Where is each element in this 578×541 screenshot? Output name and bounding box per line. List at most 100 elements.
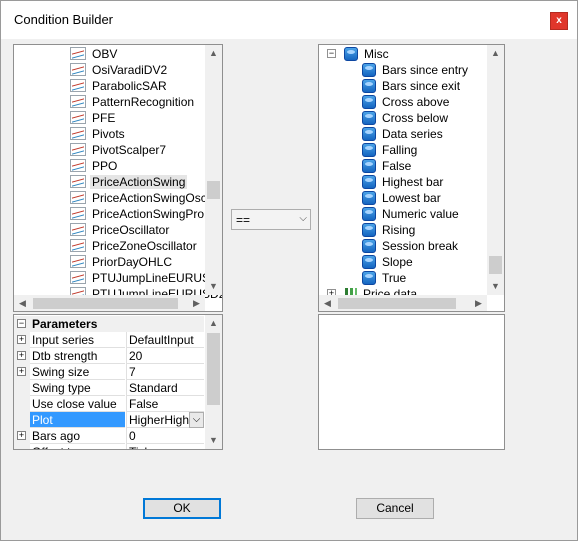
condition-tree[interactable]: − Misc Bars since entry Bars since exit Cr…	[318, 44, 505, 312]
indicator-item[interactable]: PriceOscillator	[14, 222, 205, 238]
condition-item[interactable]: Slope	[319, 254, 487, 270]
condition-item-label: Bars since exit	[382, 79, 461, 93]
parameter-row[interactable]: + Bars ago 0	[14, 428, 204, 444]
condition-item[interactable]: False	[319, 158, 487, 174]
expand-icon[interactable]: +	[17, 335, 26, 344]
scroll-right-arrow-icon[interactable]: ▶	[188, 295, 205, 311]
close-button[interactable]: x	[550, 12, 568, 30]
scroll-thumb-horizontal[interactable]	[338, 298, 456, 309]
indicator-item[interactable]: PriceActionSwing	[14, 174, 205, 190]
scroll-down-arrow-icon[interactable]: ▼	[487, 278, 504, 295]
expand-icon[interactable]: +	[17, 367, 26, 376]
indicator-item[interactable]: PriceActionSwingPro	[14, 206, 205, 222]
database-icon	[362, 143, 376, 157]
indicator-item[interactable]: PPO	[14, 158, 205, 174]
scroll-left-arrow-icon[interactable]: ◀	[319, 295, 336, 311]
collapse-icon[interactable]: −	[327, 49, 336, 58]
parameter-value[interactable]: Ticks	[126, 444, 204, 449]
tree-group-misc[interactable]: − Misc	[319, 46, 489, 62]
condition-item[interactable]: Highest bar	[319, 174, 487, 190]
operator-value: ==	[236, 213, 251, 227]
indicator-item[interactable]: PriceActionSwingOscillator	[14, 190, 222, 206]
parameter-value[interactable]: 7	[126, 364, 204, 380]
ok-button[interactable]: OK	[143, 498, 221, 519]
condition-item[interactable]: Data series	[319, 126, 487, 142]
condition-item[interactable]: Bars since entry	[319, 62, 487, 78]
parameters-vscroll[interactable]: ▲ ▼	[205, 315, 222, 449]
condition-item[interactable]: Cross below	[319, 110, 487, 126]
parameter-value[interactable]: 20	[126, 348, 204, 364]
dropdown-chevron-icon[interactable]: ⌵	[189, 412, 204, 428]
parameter-row[interactable]: Use close value False	[14, 396, 204, 412]
expand-icon[interactable]: +	[17, 431, 26, 440]
indicator-list[interactable]: OBV OsiVaradiDV2 ParabolicSAR PatternRecogn…	[13, 44, 223, 312]
expand-icon[interactable]: +	[17, 351, 26, 360]
dialog-title: Condition Builder	[14, 12, 114, 27]
scroll-thumb-horizontal[interactable]	[33, 298, 178, 309]
scroll-thumb[interactable]	[489, 256, 502, 274]
scroll-up-arrow-icon[interactable]: ▲	[205, 315, 222, 332]
indicator-item-label: PTUJumpLineEURUSD1	[92, 271, 223, 285]
parameter-row[interactable]: + Swing size 7	[14, 364, 204, 380]
condition-item[interactable]: Numeric value	[319, 206, 487, 222]
condition-tree-vscroll[interactable]: ▲ ▼	[487, 45, 504, 295]
database-icon	[362, 175, 376, 189]
indicator-item[interactable]: PivotScalper7	[14, 142, 205, 158]
condition-item[interactable]: True	[319, 270, 487, 286]
indicator-item-label: OsiVaradiDV2	[92, 63, 168, 77]
scroll-thumb[interactable]	[207, 181, 220, 199]
scroll-up-arrow-icon[interactable]: ▲	[487, 45, 504, 62]
parameter-row[interactable]: Plot HigherHigh ⌵	[14, 412, 204, 428]
condition-item[interactable]: Rising	[319, 222, 487, 238]
scroll-left-arrow-icon[interactable]: ◀	[14, 295, 31, 311]
condition-item[interactable]: Bars since exit	[319, 78, 487, 94]
indicator-chart-icon	[70, 271, 86, 284]
indicator-item-label: Pivots	[92, 127, 125, 141]
condition-item[interactable]: Falling	[319, 142, 487, 158]
parameter-row[interactable]: Offset typeTicks	[14, 444, 204, 449]
indicator-item[interactable]: Pivots	[14, 126, 205, 142]
database-icon	[362, 63, 376, 77]
scroll-up-arrow-icon[interactable]: ▲	[205, 45, 222, 62]
indicator-item[interactable]: PTUJumpLineEURUSD1	[14, 270, 222, 286]
scroll-down-arrow-icon[interactable]: ▼	[205, 432, 222, 449]
cancel-button[interactable]: Cancel	[356, 498, 434, 519]
parameter-row[interactable]: + Dtb strength 20	[14, 348, 204, 364]
parameter-value[interactable]: 0	[126, 428, 204, 444]
indicator-item[interactable]: OsiVaradiDV2	[14, 62, 205, 78]
condition-item[interactable]: Lowest bar	[319, 190, 487, 206]
condition-item[interactable]: Session break	[319, 238, 487, 254]
condition-properties-panel[interactable]	[318, 314, 505, 450]
parameter-value[interactable]: False	[126, 396, 204, 412]
parameter-row[interactable]: Swing type Standard	[14, 380, 204, 396]
scroll-right-arrow-icon[interactable]: ▶	[470, 295, 487, 311]
operator-select[interactable]: == ⌵	[231, 209, 311, 230]
tree-group-label: Misc	[364, 47, 389, 61]
indicator-item[interactable]: OBV	[14, 46, 205, 62]
scroll-thumb[interactable]	[207, 333, 220, 405]
parameters-grid[interactable]: − Parameters + Input series DefaultInput + D…	[13, 314, 223, 450]
indicator-item[interactable]: PatternRecognition	[14, 94, 205, 110]
indicator-chart-icon	[70, 159, 86, 172]
condition-builder-dialog: Condition Builder x OBV OsiVaradiDV2 Parab…	[0, 0, 578, 541]
database-icon	[362, 79, 376, 93]
indicator-item[interactable]: ParabolicSAR	[14, 78, 205, 94]
indicator-item[interactable]: PriceZoneOscillator	[14, 238, 205, 254]
indicator-list-hscroll[interactable]: ◀ ▶	[14, 295, 205, 311]
parameter-value[interactable]: Standard	[126, 380, 204, 396]
indicator-item[interactable]: PriorDayOHLC	[14, 254, 205, 270]
parameter-name: Plot	[30, 412, 125, 428]
scroll-down-arrow-icon[interactable]: ▼	[205, 278, 222, 295]
parameter-value[interactable]: DefaultInput	[126, 332, 204, 348]
parameter-name: Input series	[30, 332, 125, 348]
collapse-icon[interactable]: −	[17, 319, 26, 328]
indicator-list-vscroll[interactable]: ▲ ▼	[205, 45, 222, 295]
condition-item-label: Bars since entry	[382, 63, 469, 77]
folder-database-icon	[344, 47, 358, 61]
indicator-item[interactable]: PFE	[14, 110, 205, 126]
condition-item-label: Numeric value	[382, 207, 459, 221]
condition-item-label: Rising	[382, 223, 416, 237]
condition-item[interactable]: Cross above	[319, 94, 487, 110]
parameter-row[interactable]: + Input series DefaultInput	[14, 332, 204, 348]
condition-tree-hscroll[interactable]: ◀ ▶	[319, 295, 487, 311]
